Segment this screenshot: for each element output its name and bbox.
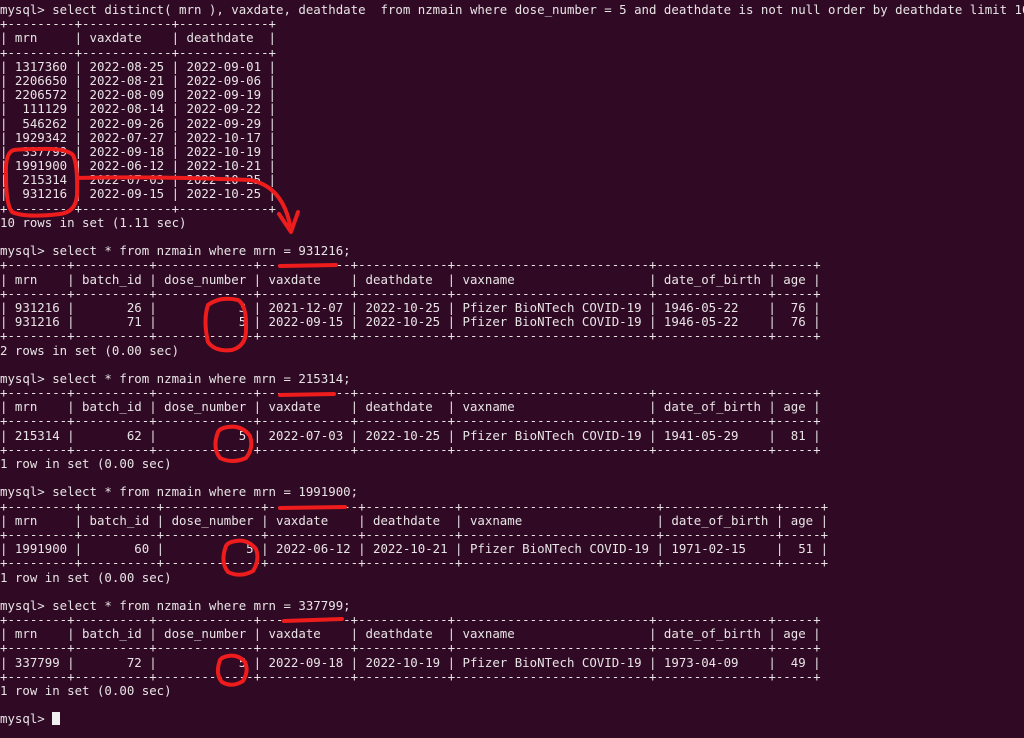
table-row: | 1317360 | 2022-08-25 | 2022-09-01 |	[0, 58, 277, 74]
table-border: +--------+----------+-------------+-----…	[0, 640, 821, 656]
table-header-row: | mrn | batch_id | dose_number | vaxdate…	[0, 626, 821, 642]
command-line: mysql> select * from nzmain where mrn = …	[0, 243, 351, 259]
result-status: 1 row in set (0.00 sec)	[0, 683, 172, 698]
table-border: +--------+----------+-------------+-----…	[0, 328, 821, 344]
command-line: mysql> select * from nzmain where mrn = …	[0, 370, 351, 386]
table-border: +--------+----------+-------------+-----…	[0, 385, 821, 401]
table-row: | 1929342 | 2022-07-27 | 2022-10-17 |	[0, 129, 277, 145]
table-row: | 215314 | 2022-07-03 | 2022-10-25 |	[0, 172, 277, 188]
table-border: +--------+----------+-------------+-----…	[0, 285, 821, 301]
result-status: 10 rows in set (1.11 sec)	[0, 214, 187, 230]
table-row: | 2206572 | 2022-08-09 | 2022-09-19 |	[0, 87, 277, 103]
table-row: | 215314 | 62 | 5 | 2022-07-03 | 2022-10…	[0, 427, 821, 443]
table-row: | 337799 | 2022-09-18 | 2022-10-19 |	[0, 143, 277, 159]
table-row: | 1991900 | 2022-06-12 | 2022-10-21 |	[0, 158, 277, 174]
table-header-row: | mrn | batch_id | dose_number | vaxdate…	[0, 399, 821, 415]
result-status: 1 row in set (0.00 sec)	[0, 456, 172, 471]
table-border: +---------+----------+-------------+----…	[0, 526, 829, 542]
table-border: +---------+----------+-------------+----…	[0, 555, 829, 571]
table-border: +--------+----------+-------------+-----…	[0, 257, 821, 273]
result-status: 2 rows in set (0.00 sec)	[0, 342, 180, 358]
table-border: +--------+----------+-------------+-----…	[0, 441, 821, 457]
table-header-row: | mrn | batch_id | dose_number | vaxdate…	[0, 271, 821, 287]
table-row: | 2206650 | 2022-08-21 | 2022-09-06 |	[0, 72, 277, 88]
table-border: +---------+------------+------------+	[0, 200, 277, 216]
table-border: +--------+----------+-------------+-----…	[0, 612, 821, 628]
table-row: | 931216 | 2022-09-15 | 2022-10-25 |	[0, 186, 277, 202]
result-status: 1 row in set (0.00 sec)	[0, 569, 172, 585]
table-border: +--------+----------+-------------+-----…	[0, 413, 821, 429]
table-header-row: | mrn | vaxdate | deathdate |	[0, 30, 277, 46]
cursor	[52, 712, 61, 726]
command-line: mysql> select distinct( mrn ), vaxdate, …	[0, 2, 1024, 17]
table-row: | 1991900 | 60 | 5 | 2022-06-12 | 2022-1…	[0, 541, 829, 557]
table-border: +--------+----------+-------------+-----…	[0, 668, 821, 684]
terminal-window[interactable]: mysql> select distinct( mrn ), vaxdate, …	[0, 0, 1024, 738]
command-line: mysql> select * from nzmain where mrn = …	[0, 484, 359, 500]
table-border: +---------+----------+-------------+----…	[0, 498, 829, 514]
table-border: +---------+------------+------------+	[0, 44, 277, 60]
table-header-row: | mrn | batch_id | dose_number | vaxdate…	[0, 512, 829, 528]
table-row: | 931216 | 71 | 5 | 2022-09-15 | 2022-10…	[0, 314, 821, 330]
table-border: +---------+------------+------------+	[0, 16, 277, 32]
table-row: | 111129 | 2022-08-14 | 2022-09-22 |	[0, 101, 277, 117]
command-line: mysql> select * from nzmain where mrn = …	[0, 597, 351, 613]
table-row: | 546262 | 2022-09-26 | 2022-09-29 |	[0, 115, 277, 131]
prompt-line[interactable]: mysql>	[0, 712, 1024, 726]
table-row: | 931216 | 26 | 3 | 2021-12-07 | 2022-10…	[0, 299, 821, 315]
table-row: | 337799 | 72 | 5 | 2022-09-18 | 2022-10…	[0, 654, 821, 670]
